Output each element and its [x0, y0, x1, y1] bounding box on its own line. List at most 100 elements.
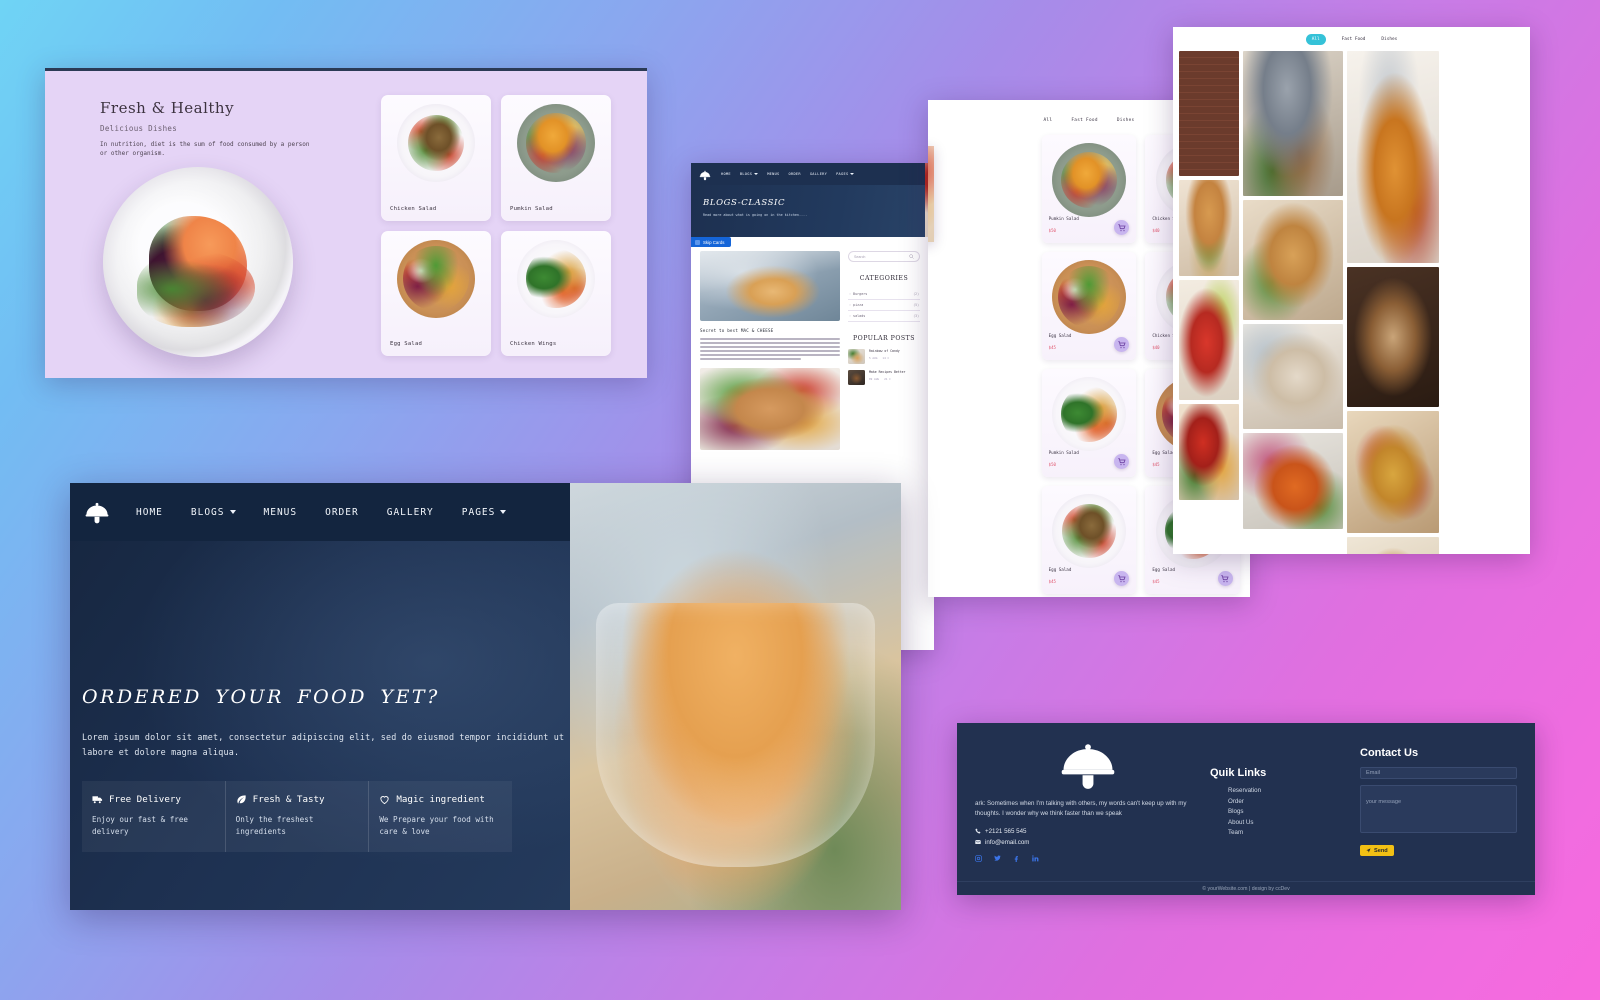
quick-links-heading: Quik Links — [1210, 767, 1267, 779]
search-input[interactable]: Search — [848, 251, 920, 262]
blog-nav-blogs[interactable]: BLOGS — [740, 172, 759, 176]
send-button[interactable]: Send — [1360, 845, 1394, 856]
fresh-dish-grid: Chicken Salad Pumkin Salad Egg Salad Chi… — [375, 71, 647, 378]
quick-link-blogs[interactable]: Blogs — [1228, 808, 1350, 815]
gallery-image-chef-plating[interactable] — [1243, 51, 1343, 197]
chevron-down-icon — [500, 510, 507, 514]
popular-post-item[interactable]: Make Recipes Better 09 AUG 21 C — [848, 370, 920, 385]
gallery-tab-dishes[interactable]: Dishes — [1381, 37, 1397, 42]
fresh-panel-subtitle: Delicious Dishes — [100, 124, 178, 133]
chip-label: Skip Cards — [703, 239, 725, 245]
hero-nav-order[interactable]: ORDER — [325, 507, 359, 518]
salad-greens-art — [137, 250, 255, 327]
product-card[interactable]: Egg Salad $45 — [1041, 486, 1137, 594]
facebook-icon[interactable] — [1013, 855, 1020, 862]
dish-name: Egg Salad — [390, 341, 423, 347]
hero-nav-items: HOME BLOGS MENUS ORDER GALLERY PAGES — [136, 507, 507, 518]
gallery-column — [1347, 51, 1439, 554]
footer-phone: +2121 565 545 — [985, 827, 1027, 835]
gallery-image-drink[interactable] — [1179, 280, 1239, 401]
skip-cards-chip[interactable]: Skip Cards — [691, 237, 732, 247]
blog-nav-menus[interactable]: MENUS — [767, 172, 779, 176]
dish-name: Pumkin Salad — [510, 205, 553, 212]
gallery-image-pizza[interactable] — [1347, 411, 1439, 534]
dish-card[interactable]: Pumkin Salad — [501, 95, 611, 221]
gallery-image-sandwich[interactable] — [1243, 200, 1343, 321]
gallery-tab-all[interactable]: All — [1305, 34, 1326, 46]
footer-about-text: ark: Sometimes when I'm talking with oth… — [975, 800, 1187, 817]
twitter-icon[interactable] — [994, 855, 1001, 862]
tab-dishes[interactable]: Dishes — [1117, 118, 1135, 123]
blog-nav-order[interactable]: ORDER — [789, 172, 801, 176]
tab-fast-food[interactable]: Fast Food — [1071, 118, 1098, 123]
gallery-column — [1179, 51, 1239, 554]
gallery-image-brick-wall[interactable] — [1179, 51, 1239, 177]
tab-all[interactable]: All — [1043, 118, 1052, 123]
category-row[interactable]: salads (3) — [848, 311, 920, 322]
product-card[interactable]: Pumkin Salad $50 — [1041, 369, 1137, 477]
gallery-image-latte-art[interactable] — [1347, 267, 1439, 408]
feature-magic-ingredient[interactable]: Magic ingredient We Prepare your food wi… — [369, 781, 513, 852]
footer-email-row[interactable]: info@email.com — [975, 839, 1200, 846]
quick-link-order[interactable]: Order — [1228, 798, 1350, 805]
blog-nav-home[interactable]: HOME — [721, 172, 731, 176]
add-to-cart-button[interactable] — [1217, 571, 1233, 586]
cloche-logo-icon[interactable] — [699, 168, 711, 181]
add-to-cart-button[interactable] — [1114, 337, 1130, 352]
instagram-icon[interactable] — [975, 855, 982, 862]
hero-nav-pages[interactable]: PAGES — [462, 507, 507, 518]
footer-social-links — [975, 855, 1200, 862]
category-row[interactable]: Burgers (2) — [848, 289, 920, 300]
contact-email-input[interactable]: Email — [1360, 767, 1517, 779]
quick-link-team[interactable]: Team — [1228, 829, 1350, 836]
hero-nav-home[interactable]: HOME — [136, 507, 163, 518]
gallery-image-soup-bowl[interactable] — [1243, 433, 1343, 530]
gallery-image-spaghetti-fork[interactable] — [1347, 51, 1439, 264]
truck-icon — [92, 796, 103, 804]
dish-card[interactable]: Egg Salad — [381, 230, 491, 356]
footer-phone-row[interactable]: +2121 565 545 — [975, 828, 1200, 835]
send-icon — [1366, 848, 1371, 853]
blog-navbar: HOME BLOGS MENUS ORDER GALLERY PAGES — [691, 163, 934, 185]
copyright-text: © yourWebsite.com | design by ccDev — [1202, 885, 1290, 892]
cloche-logo-icon — [1059, 739, 1117, 789]
gallery-image-burger[interactable] — [1179, 180, 1239, 277]
quick-link-reservation[interactable]: Reservation — [1228, 787, 1350, 794]
contact-message-textarea[interactable]: your message — [1360, 785, 1517, 833]
category-count: (5) — [913, 303, 919, 307]
feature-fresh-tasty[interactable]: Fresh & Tasty Only the freshest ingredie… — [225, 781, 370, 852]
linkedin-icon[interactable] — [1032, 855, 1039, 862]
cloche-logo-icon[interactable] — [84, 499, 110, 525]
product-name: Egg Salad — [1152, 567, 1176, 572]
dish-card[interactable]: Chicken Salad — [381, 95, 491, 221]
blog-nav-pages[interactable]: PAGES — [836, 172, 855, 176]
hero-nav-gallery[interactable]: GALLERY — [387, 507, 434, 518]
feature-title: Fresh & Tasty — [252, 794, 325, 806]
blog-body: Secret to best MAC & CHEESE Search CATEG… — [691, 237, 934, 450]
popular-post-item[interactable]: Rainbow of Candy 5 AUG 14 C — [848, 349, 920, 364]
hero-nav-blogs[interactable]: BLOGS — [191, 507, 236, 518]
dish-card[interactable]: Chicken Wings — [501, 230, 611, 356]
product-image — [1051, 260, 1126, 334]
add-to-cart-button[interactable] — [1114, 220, 1130, 235]
feature-free-delivery[interactable]: Free Delivery Enjoy our fast & free deli… — [82, 781, 226, 852]
gallery-image-tomato-pasta[interactable] — [1179, 404, 1239, 501]
blog-article-photo — [700, 251, 840, 321]
hero-nav-menus[interactable]: MENUS — [264, 507, 298, 518]
product-name: Pumkin Salad — [1048, 450, 1079, 455]
add-to-cart-button[interactable] — [1114, 571, 1130, 586]
product-card[interactable]: Egg Salad $45 — [1041, 252, 1137, 360]
product-card[interactable]: Pumkin Salad $50 — [1041, 135, 1137, 243]
footer-contact-info: +2121 565 545 info@email.com — [975, 828, 1200, 846]
add-to-cart-button[interactable] — [1114, 454, 1130, 469]
chevron-down-icon — [754, 173, 759, 175]
category-row[interactable]: pizza (5) — [848, 300, 920, 311]
heart-icon — [380, 796, 389, 805]
category-count: (2) — [913, 292, 919, 296]
gallery-tab-fast-food[interactable]: Fast Food — [1342, 37, 1366, 42]
feature-title: Magic ingredient — [396, 794, 485, 806]
gallery-image-cutlet-platter[interactable] — [1347, 537, 1439, 554]
gallery-image-table-setting[interactable] — [1243, 324, 1343, 430]
blog-nav-gallery[interactable]: GALLERY — [810, 172, 827, 176]
quick-link-about-us[interactable]: About Us — [1228, 819, 1350, 826]
